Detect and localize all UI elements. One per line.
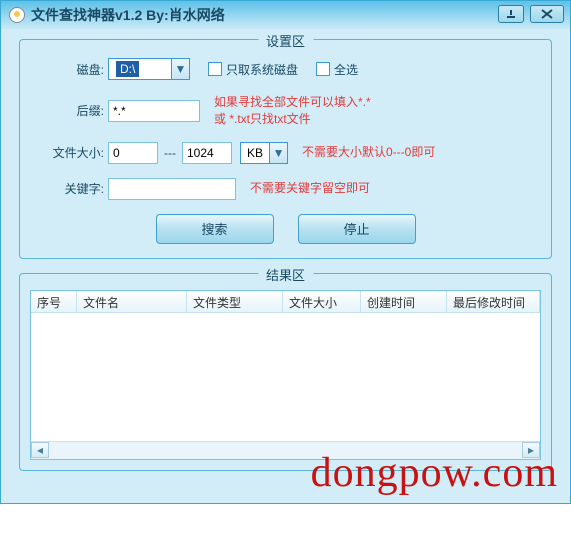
horizontal-scrollbar[interactable]: ◂ ▸ [31,441,540,459]
settings-legend: 设置区 [258,31,313,50]
keyword-label: 关键字: [34,180,108,197]
body: 设置区 磁盘: D:\ ▼ 只取系统磁盘 全选 后缀: 如果寻找全部文件可以填入… [1,29,570,503]
dropdown-arrow-icon[interactable]: ▼ [269,143,287,163]
tray-icon [506,9,516,19]
scroll-track[interactable] [49,442,522,458]
search-button[interactable]: 搜索 [156,214,274,244]
size-unit-value: KB [241,146,269,160]
suffix-label: 后缀: [34,102,108,119]
results-header: 序号 文件名 文件类型 文件大小 创建时间 最后修改时间 [31,291,540,313]
keyword-row: 关键字: 不需要关键字留空即可 [34,178,537,200]
col-size[interactable]: 文件大小 [283,291,361,312]
col-seq[interactable]: 序号 [31,291,77,312]
suffix-input[interactable] [108,100,200,122]
keyword-hint: 不需要关键字留空即可 [250,180,370,197]
size-hint: 不需要大小默认0---0即可 [302,144,435,161]
col-name[interactable]: 文件名 [77,291,187,312]
scroll-left-icon[interactable]: ◂ [31,442,49,458]
col-mtime[interactable]: 最后修改时间 [447,291,540,312]
app-window: 文件查找神器v1.2 By:肖水网络 设置区 磁盘: D:\ ▼ 只取系统磁盘 [0,0,571,504]
window-controls [498,5,564,23]
results-table: 序号 文件名 文件类型 文件大小 创建时间 最后修改时间 ◂ ▸ [30,290,541,460]
size-unit-select[interactable]: KB ▼ [240,142,288,164]
dropdown-arrow-icon[interactable]: ▼ [171,59,189,79]
size-max-input[interactable] [182,142,232,164]
titlebar: 文件查找神器v1.2 By:肖水网络 [1,1,570,29]
disk-label: 磁盘: [34,61,108,78]
button-row: 搜索 停止 [34,214,537,244]
suffix-hint: 如果寻找全部文件可以填入*.* 或 *.txt只找txt文件 [214,94,371,128]
app-icon [9,7,25,23]
window-title: 文件查找神器v1.2 By:肖水网络 [31,5,225,25]
close-icon [541,9,553,19]
col-type[interactable]: 文件类型 [187,291,283,312]
system-disk-checkbox[interactable] [208,62,222,76]
col-ctime[interactable]: 创建时间 [361,291,447,312]
results-legend: 结果区 [258,265,313,284]
size-label: 文件大小: [34,144,108,161]
stop-button[interactable]: 停止 [298,214,416,244]
size-dash: --- [164,146,176,160]
results-fieldset: 结果区 序号 文件名 文件类型 文件大小 创建时间 最后修改时间 ◂ ▸ [19,273,552,471]
size-row: 文件大小: --- KB ▼ 不需要大小默认0---0即可 [34,142,537,164]
results-body [31,313,540,441]
suffix-row: 后缀: 如果寻找全部文件可以填入*.* 或 *.txt只找txt文件 [34,94,537,128]
size-min-input[interactable] [108,142,158,164]
disk-row: 磁盘: D:\ ▼ 只取系统磁盘 全选 [34,58,537,80]
select-all-label: 全选 [334,61,358,78]
disk-value: D:\ [116,61,139,77]
select-all-checkbox[interactable] [316,62,330,76]
minimize-button[interactable] [498,5,524,23]
scroll-right-icon[interactable]: ▸ [522,442,540,458]
disk-select[interactable]: D:\ ▼ [108,58,190,80]
keyword-input[interactable] [108,178,236,200]
close-button[interactable] [530,5,564,23]
settings-fieldset: 设置区 磁盘: D:\ ▼ 只取系统磁盘 全选 后缀: 如果寻找全部文件可以填入… [19,39,552,259]
system-disk-label: 只取系统磁盘 [226,61,298,78]
